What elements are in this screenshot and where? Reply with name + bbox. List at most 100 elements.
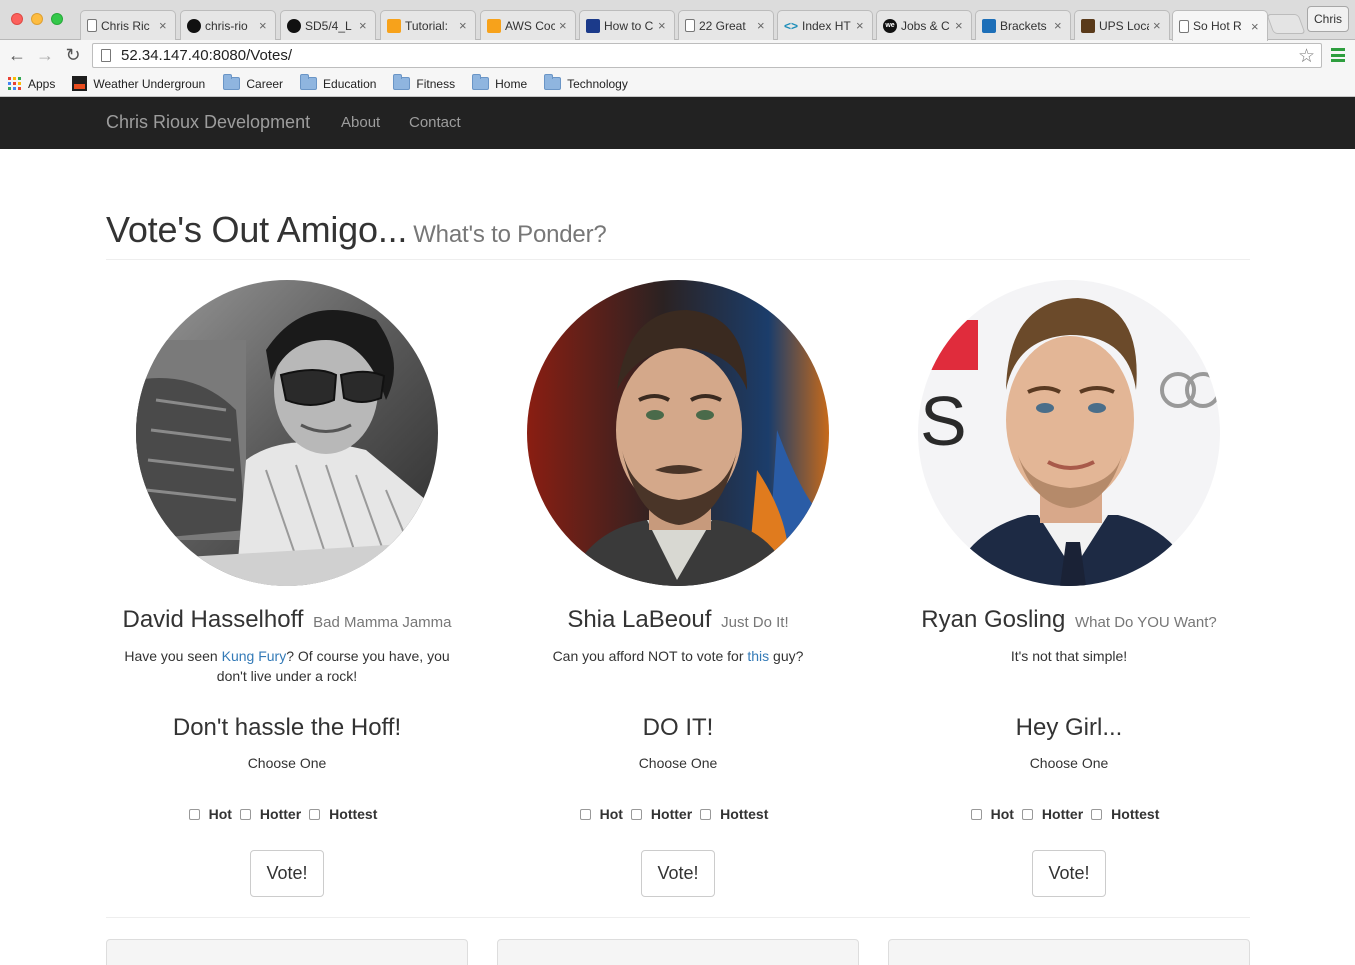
close-icon[interactable]: ×	[559, 18, 569, 33]
candidate-name: Ryan Gosling	[921, 606, 1066, 633]
this-link[interactable]: this	[747, 648, 769, 664]
close-icon[interactable]: ×	[658, 18, 668, 33]
checkbox-hotter[interactable]	[239, 808, 251, 820]
vote-button[interactable]: Vote!	[250, 850, 324, 897]
checkbox-hot[interactable]	[970, 808, 982, 820]
gosling-photo: S	[918, 280, 1220, 586]
browser-tab[interactable]: Chris Ric ×	[80, 10, 176, 40]
browser-tab[interactable]: How to C ×	[579, 10, 675, 40]
candidate-blurb: Can you afford NOT to vote for this guy?	[483, 646, 873, 666]
vote-button[interactable]: Vote!	[641, 850, 715, 897]
site-navbar: Chris Rioux Development About Contact	[0, 97, 1355, 149]
candidate-tagline: What Do YOU Want?	[1075, 614, 1217, 631]
checkbox-hotter[interactable]	[1021, 808, 1033, 820]
candidate-photo	[527, 280, 829, 586]
github-icon	[287, 18, 301, 33]
vote-options: Hot Hotter Hottest	[483, 806, 873, 822]
blurb-text: Have you seen	[124, 648, 222, 664]
bookmark-folder-fitness[interactable]: Fitness	[393, 74, 455, 91]
browser-tab[interactable]: SD5/4_L ×	[280, 10, 376, 40]
checkbox-hotter[interactable]	[630, 808, 642, 820]
browser-tab[interactable]: Tutorial: ×	[380, 10, 476, 40]
minimize-window-button[interactable]	[31, 13, 43, 25]
browser-tab[interactable]: we Jobs & C ×	[876, 10, 972, 40]
bookmark-folder-career[interactable]: Career	[223, 74, 283, 91]
address-url[interactable]: 52.34.147.40:8080/Votes/	[121, 47, 292, 64]
site-icon	[586, 18, 600, 33]
browser-tab[interactable]: Brackets ×	[975, 10, 1071, 40]
results-panel	[106, 939, 468, 965]
address-bar[interactable]: 52.34.147.40:8080/Votes/ ☆	[92, 43, 1322, 68]
nav-link-about[interactable]: About	[341, 114, 380, 131]
candidate-photo: S	[918, 280, 1220, 586]
checkbox-hot[interactable]	[579, 808, 591, 820]
close-icon[interactable]: ×	[359, 18, 369, 33]
close-icon[interactable]: ×	[259, 18, 269, 33]
checkbox-hottest[interactable]	[700, 808, 712, 820]
tab-title: Index HT	[802, 18, 851, 33]
candidate-name-line: Ryan Gosling What Do YOU Want?	[874, 606, 1264, 634]
bookmark-label: Education	[323, 76, 377, 91]
choose-label: Choose One	[638, 755, 718, 771]
checkbox-hot[interactable]	[188, 808, 200, 820]
close-icon[interactable]: ×	[159, 18, 169, 33]
new-tab-button[interactable]	[1266, 14, 1306, 34]
checkbox-label: Hottest	[1111, 806, 1160, 822]
brackets-icon	[982, 18, 996, 33]
close-icon[interactable]: ×	[1054, 18, 1064, 33]
close-window-button[interactable]	[11, 13, 23, 25]
browser-tab-active[interactable]: So Hot R ×	[1172, 10, 1268, 41]
bookmark-apps[interactable]: Apps	[8, 77, 55, 91]
bookmark-folder-home[interactable]: Home	[472, 74, 527, 91]
hasselhoff-photo	[136, 280, 438, 586]
kung-fury-link[interactable]: Kung Fury	[222, 648, 287, 664]
vote-options: Hot Hotter Hottest	[92, 806, 482, 822]
bookmark-label: Apps	[28, 76, 56, 91]
tab-title: 22 Great	[699, 18, 746, 33]
checkbox-hottest[interactable]	[1091, 808, 1103, 820]
checkbox-hottest[interactable]	[309, 808, 321, 820]
close-icon[interactable]: ×	[757, 18, 767, 33]
tab-title: chris-rio	[205, 18, 248, 33]
tab-title: SD5/4_L	[305, 18, 352, 33]
page-icon	[87, 19, 97, 32]
navbar-brand[interactable]: Chris Rioux Development	[106, 112, 310, 133]
close-icon[interactable]: ×	[1153, 18, 1163, 33]
bookmark-star-icon[interactable]: ☆	[1298, 45, 1315, 68]
tab-title: UPS Loca	[1099, 18, 1149, 33]
bookmarks-bar: Apps Weather Undergroun Career Education…	[0, 71, 1355, 97]
browser-tab[interactable]: UPS Loca ×	[1074, 10, 1170, 40]
browser-tab[interactable]: 22 Great ×	[678, 10, 774, 40]
tab-title: How to C	[604, 18, 654, 33]
back-arrow-icon[interactable]: ←	[6, 44, 28, 66]
browser-tab[interactable]: AWS Coc ×	[480, 10, 576, 40]
profile-button[interactable]: Chris	[1307, 6, 1349, 32]
candidate-name-line: David Hasselhoff Bad Mamma Jamma	[92, 606, 482, 634]
apps-grid-icon	[8, 77, 21, 90]
browser-tab-strip: Chris Ric × chris-rio × SD5/4_L × Tutori…	[0, 0, 1355, 41]
folder-icon	[300, 74, 318, 90]
page-subtitle: What's to Ponder?	[413, 221, 607, 248]
browser-menu-icon[interactable]	[1331, 48, 1345, 62]
candidate-photo	[136, 280, 438, 586]
vote-button[interactable]: Vote!	[1032, 850, 1106, 897]
page-icon	[1179, 19, 1189, 33]
browser-tab[interactable]: <> Index HT ×	[777, 10, 873, 40]
nav-link-contact[interactable]: Contact	[409, 114, 461, 131]
aws-icon	[487, 18, 501, 33]
browser-tab[interactable]: chris-rio ×	[180, 10, 276, 40]
bookmark-weather[interactable]: Weather Undergroun	[72, 76, 206, 91]
close-icon[interactable]: ×	[1251, 19, 1261, 34]
blurb-text: It's not that simple!	[1010, 648, 1128, 664]
bookmark-folder-technology[interactable]: Technology	[544, 74, 628, 91]
bookmark-folder-education[interactable]: Education	[300, 74, 377, 91]
candidate-slogan: Hey Girl...	[1015, 714, 1123, 741]
close-icon[interactable]: ×	[856, 18, 866, 33]
checkbox-label: Hot	[599, 806, 623, 822]
forward-arrow-icon[interactable]: →	[34, 44, 56, 66]
candidate-blurb: It's not that simple!	[874, 646, 1264, 666]
close-icon[interactable]: ×	[459, 18, 469, 33]
zoom-window-button[interactable]	[51, 13, 63, 25]
close-icon[interactable]: ×	[955, 18, 965, 33]
reload-icon[interactable]: ↻	[62, 44, 84, 66]
